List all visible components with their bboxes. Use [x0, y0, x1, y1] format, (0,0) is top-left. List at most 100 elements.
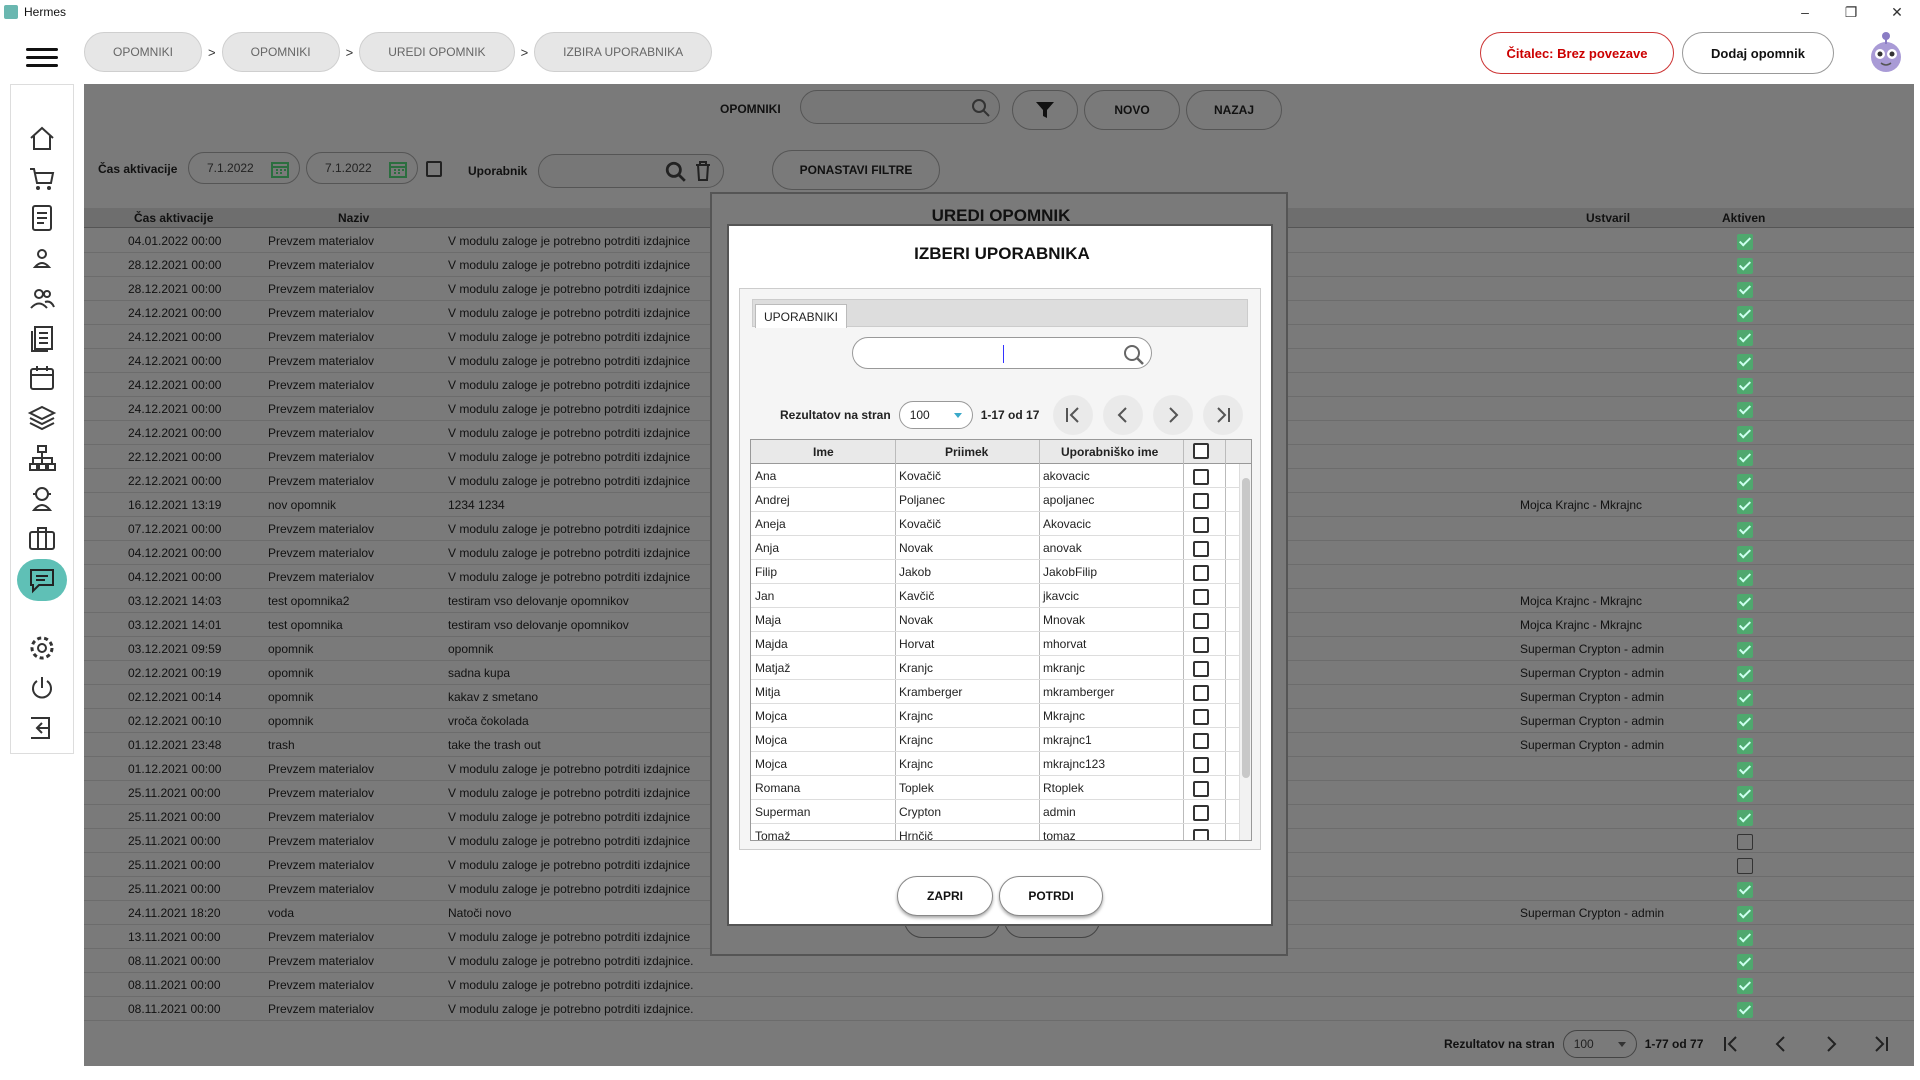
select-user-checkbox[interactable] — [1193, 517, 1209, 533]
scrollbar-thumb[interactable] — [1242, 478, 1250, 778]
active-checkbox[interactable] — [1737, 954, 1753, 970]
active-checkbox[interactable] — [1737, 426, 1753, 442]
home-icon[interactable] — [25, 121, 59, 155]
active-checkbox[interactable] — [1737, 378, 1753, 394]
user-row[interactable]: Romana Toplek Rtoplek — [751, 776, 1239, 800]
header-active[interactable]: Aktiven — [1722, 211, 1765, 225]
search-icon[interactable] — [1123, 344, 1145, 366]
user-row[interactable]: Superman Crypton admin — [751, 800, 1239, 824]
active-checkbox[interactable] — [1737, 810, 1753, 826]
select-user-checkbox[interactable] — [1193, 541, 1209, 557]
user-row[interactable]: Majda Horvat mhorvat — [751, 632, 1239, 656]
user-row[interactable]: Mojca Krajnc mkrajnc123 — [751, 752, 1239, 776]
active-checkbox[interactable] — [1737, 354, 1753, 370]
last-page-button[interactable] — [1203, 395, 1244, 435]
user-row[interactable]: Mitja Kramberger mkramberger — [751, 680, 1239, 704]
active-checkbox[interactable] — [1737, 714, 1753, 730]
logout-icon[interactable] — [25, 711, 59, 745]
document-icon[interactable] — [25, 201, 59, 235]
reset-filters-button[interactable]: PONASTAVI FILTRE — [772, 150, 940, 190]
select-user-checkbox[interactable] — [1193, 733, 1209, 749]
trash-icon[interactable] — [693, 160, 713, 182]
header-username[interactable]: Uporabniško ime — [1061, 445, 1158, 459]
active-checkbox[interactable] — [1737, 882, 1753, 898]
previous-page-button[interactable] — [1103, 395, 1144, 435]
search-icon[interactable] — [665, 161, 687, 183]
select-user-close-button[interactable]: ZAPRI — [897, 876, 993, 916]
breadcrumb-izbira-uporabnika[interactable]: IZBIRA UPORABNIKA — [534, 32, 713, 72]
date-filter-checkbox[interactable] — [426, 161, 442, 177]
operator-icon[interactable] — [25, 481, 59, 515]
user-icon[interactable] — [25, 241, 59, 275]
select-user-checkbox[interactable] — [1193, 757, 1209, 773]
user-row[interactable]: Andrej Poljanec apoljanec — [751, 488, 1239, 512]
active-checkbox[interactable] — [1737, 450, 1753, 466]
first-page-icon[interactable] — [1721, 1034, 1741, 1054]
calendar-icon[interactable] — [25, 361, 59, 395]
user-search-input[interactable] — [852, 337, 1152, 369]
user-row[interactable]: Maja Novak Mnovak — [751, 608, 1239, 632]
select-user-checkbox[interactable] — [1193, 661, 1209, 677]
table-row[interactable]: 08.11.2021 00:00 Prevzem materialov V modu… — [84, 997, 1914, 1021]
select-user-checkbox[interactable] — [1193, 565, 1209, 581]
user-row[interactable]: Jan Kavčič jkavcic — [751, 584, 1239, 608]
active-checkbox[interactable] — [1737, 618, 1753, 634]
user-row[interactable]: Aneja Kovačič Akovacic — [751, 512, 1239, 536]
tab-uporabniki[interactable]: UPORABNIKI — [755, 304, 848, 328]
next-page-button[interactable] — [1153, 395, 1194, 435]
select-user-checkbox[interactable] — [1193, 805, 1209, 821]
users-table-scrollbar[interactable] — [1239, 464, 1251, 840]
header-first-name[interactable]: Ime — [813, 445, 834, 459]
mascot-avatar-icon[interactable] — [1866, 30, 1906, 74]
active-checkbox[interactable] — [1737, 978, 1753, 994]
calendar-icon[interactable] — [389, 160, 407, 178]
select-user-checkbox[interactable] — [1193, 589, 1209, 605]
active-checkbox[interactable] — [1737, 474, 1753, 490]
restore-button[interactable]: ❐ — [1828, 0, 1874, 24]
user-row[interactable]: Filip Jakob JakobFilip — [751, 560, 1239, 584]
user-row[interactable]: Mojca Krajnc mkrajnc1 — [751, 728, 1239, 752]
gear-icon[interactable] — [25, 631, 59, 665]
confirm-button[interactable]: POTRDI — [999, 876, 1103, 916]
active-checkbox[interactable] — [1737, 570, 1753, 586]
header-name[interactable]: Naziv — [338, 211, 369, 225]
active-checkbox[interactable] — [1737, 666, 1753, 682]
active-checkbox[interactable] — [1737, 522, 1753, 538]
filter-button[interactable] — [1012, 90, 1078, 130]
user-row[interactable]: Matjaž Kranjc mkranjc — [751, 656, 1239, 680]
hierarchy-icon[interactable] — [25, 441, 59, 475]
header-activation-time[interactable]: Čas aktivacije — [134, 211, 213, 225]
active-checkbox[interactable] — [1737, 858, 1753, 874]
calendar-icon[interactable] — [271, 160, 289, 178]
breadcrumb-uredi-opomnik[interactable]: UREDI OPOMNIK — [359, 32, 515, 72]
briefcase-icon[interactable] — [25, 521, 59, 555]
minimize-button[interactable]: – — [1782, 0, 1828, 24]
select-user-checkbox[interactable] — [1193, 781, 1209, 797]
user-row[interactable]: Mojca Krajnc Mkrajnc — [751, 704, 1239, 728]
results-per-page-select[interactable]: 100 — [1562, 1030, 1637, 1058]
new-button[interactable]: NOVO — [1084, 90, 1180, 130]
active-checkbox[interactable] — [1737, 234, 1753, 250]
header-last-name[interactable]: Priimek — [945, 445, 988, 459]
user-row[interactable]: Tomaž Hrnčič tomaz — [751, 824, 1239, 840]
active-checkbox[interactable] — [1737, 402, 1753, 418]
breadcrumb-opomniki-2[interactable]: OPOMNIKI — [221, 32, 340, 72]
active-checkbox[interactable] — [1737, 306, 1753, 322]
opomniki-search-input[interactable] — [800, 90, 1000, 124]
active-checkbox[interactable] — [1737, 594, 1753, 610]
add-reminder-button[interactable]: Dodaj opomnik — [1682, 32, 1834, 74]
user-row[interactable]: Anja Novak anovak — [751, 536, 1239, 560]
results-per-page-select[interactable]: 100 — [898, 401, 973, 429]
table-row[interactable]: 08.11.2021 00:00 Prevzem materialov V modu… — [84, 973, 1914, 997]
select-all-checkbox[interactable] — [1193, 443, 1209, 459]
last-page-icon[interactable] — [1871, 1034, 1891, 1054]
active-checkbox[interactable] — [1737, 786, 1753, 802]
select-user-checkbox[interactable] — [1193, 469, 1209, 485]
active-checkbox[interactable] — [1737, 1002, 1753, 1018]
close-window-button[interactable]: ✕ — [1874, 0, 1920, 24]
select-user-checkbox[interactable] — [1193, 637, 1209, 653]
active-checkbox[interactable] — [1737, 330, 1753, 346]
back-button[interactable]: NAZAJ — [1186, 90, 1282, 130]
active-checkbox[interactable] — [1737, 498, 1753, 514]
select-user-checkbox[interactable] — [1193, 613, 1209, 629]
